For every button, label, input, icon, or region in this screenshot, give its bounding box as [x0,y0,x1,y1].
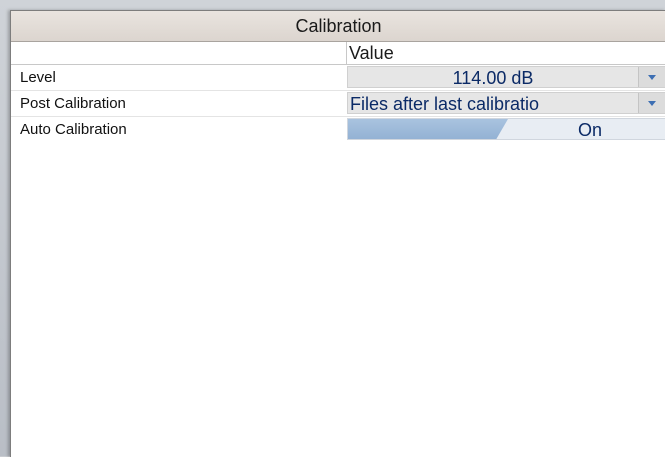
level-dropdown-button[interactable] [638,67,665,87]
property-label-post-calibration: Post Calibration [20,95,126,112]
property-row-auto-calibration: Auto Calibration On [11,117,665,142]
chevron-down-icon [648,100,656,106]
post-calibration-dropdown[interactable]: Files after last calibratio [347,92,665,114]
auto-calibration-value: On [578,120,603,140]
level-dropdown[interactable]: 114.00 dB [347,66,665,88]
calibration-panel: Calibration Value Level 114.00 dB Post C… [10,10,665,457]
panel-title: Calibration [11,11,665,42]
toggle-indicator [348,119,508,139]
chevron-down-icon [648,74,656,80]
value-column-header: Value [349,43,394,63]
property-row-level: Level 114.00 dB [11,65,665,90]
property-label-level: Level [20,69,56,86]
name-column-header [11,42,347,64]
property-row-post-calibration: Post Calibration Files after last calibr… [11,91,665,116]
property-label-auto-calibration: Auto Calibration [20,121,127,138]
grid-header: Value [11,42,665,65]
post-calibration-dropdown-button[interactable] [638,93,665,113]
window-frame: Calibration Value Level 114.00 dB Post C… [0,0,665,457]
post-calibration-value: Files after last calibratio [350,94,540,114]
level-value: 114.00 dB [452,68,534,88]
auto-calibration-toggle[interactable]: On [347,118,665,140]
